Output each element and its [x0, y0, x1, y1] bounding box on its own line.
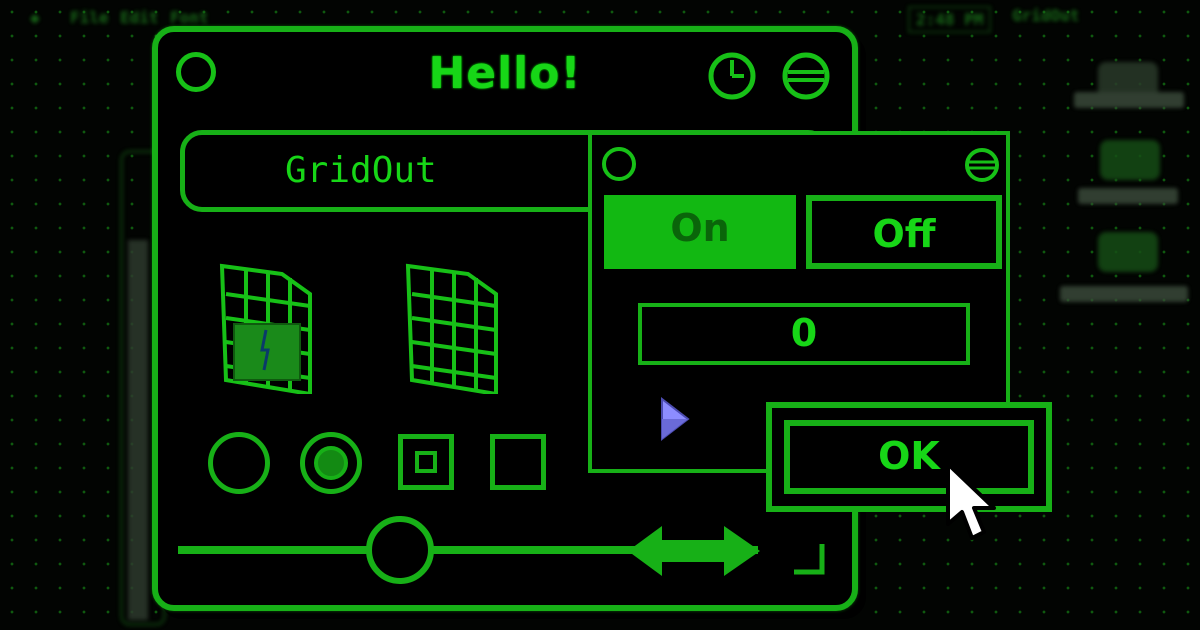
clock-icon[interactable] [706, 50, 758, 102]
folder-grid-icon[interactable] [212, 254, 322, 394]
collapse-icon[interactable] [964, 147, 1000, 183]
desktop-folder-label [1060, 286, 1188, 302]
slider-knob[interactable] [366, 516, 434, 584]
checkbox-checked[interactable] [398, 434, 454, 490]
close-box-icon[interactable] [602, 147, 636, 181]
toggle-on[interactable]: On [604, 195, 796, 269]
desktop-disk-label [1074, 92, 1184, 108]
double-arrow-icon[interactable] [628, 524, 768, 578]
desktop-app-label [1078, 188, 1178, 204]
menu-file[interactable]: File [70, 8, 109, 27]
radio-button-on[interactable] [300, 432, 362, 494]
background-scrollbar [128, 240, 148, 620]
resize-grip-icon[interactable] [792, 542, 828, 578]
collapse-icon[interactable] [780, 50, 832, 102]
cursor-arrow-icon [946, 462, 996, 540]
ok-dialog: OK [766, 402, 1052, 512]
desktop: ◆ File Edit Font 2:48 PM GridOut Hello! [0, 0, 1200, 630]
menubar-app-name[interactable]: GridOut [1012, 6, 1079, 25]
desktop-folder-icon[interactable] [1098, 232, 1158, 272]
value-field[interactable]: 0 [638, 303, 970, 365]
menu-font[interactable]: Font [170, 8, 209, 27]
apple-menu-icon[interactable]: ◆ [30, 8, 40, 27]
radio-button-off[interactable] [208, 432, 270, 494]
arrow-pointer-icon [661, 397, 690, 442]
folder-grid-icon[interactable] [398, 254, 508, 394]
desktop-app-icon[interactable] [1100, 140, 1160, 180]
toggle-off[interactable]: Off [806, 195, 1002, 269]
checkbox-unchecked[interactable] [490, 434, 546, 490]
menubar-clock: 2:48 PM [908, 6, 992, 33]
menu-edit[interactable]: Edit [120, 8, 159, 27]
